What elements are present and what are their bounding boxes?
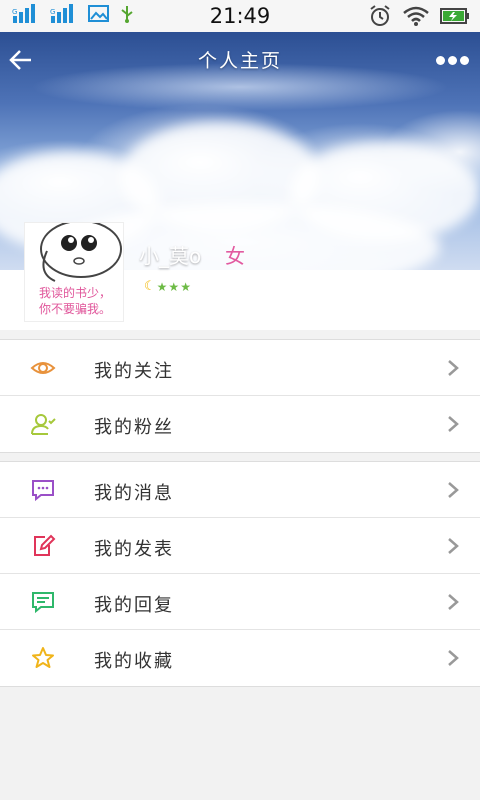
top-bar: 个人主页 [0,32,480,88]
chevron-right-icon [448,482,459,498]
chevron-right-icon [448,360,459,376]
avatar[interactable]: 我读的书少， 你不要骗我。 [24,222,124,322]
eye-icon [30,362,56,374]
alarm-icon [370,5,390,26]
menu-label: 我的粉丝 [94,417,174,438]
edit-icon [34,534,56,556]
star-icon: ★ [156,279,168,294]
page-title: 个人主页 [197,50,282,72]
username: 小_莫o [139,244,202,268]
menu-item-messages[interactable]: 我的消息 [0,462,480,518]
moon-icon: ☾ [144,279,156,294]
menu-item-following[interactable]: 我的关注 [0,340,480,396]
menu-label: 我的收藏 [94,651,174,672]
menu-item-replies[interactable]: 我的回复 [0,574,480,630]
avatar-caption: 我读的书少， 你不要骗我。 [38,286,111,316]
fans-icon [31,414,56,435]
gender-label: 女 [225,244,245,268]
menu-group-content: 我的消息 我的发表 我的回复 我的收藏 [0,461,480,687]
chevron-right-icon [448,594,459,610]
chevron-right-icon [448,650,459,666]
more-icon[interactable] [434,50,470,70]
menu-label: 我的消息 [94,483,174,504]
chevron-right-icon [448,416,459,432]
battery-icon [440,8,469,24]
status-icons-right [368,4,470,28]
menu-label: 我的发表 [94,539,174,560]
status-bar: G G 21:49 [0,0,480,32]
menu-item-favorites[interactable]: 我的收藏 [0,630,480,686]
menu-item-posts[interactable]: 我的发表 [0,518,480,574]
star-icon [32,647,54,668]
menu-label: 我的关注 [94,361,174,382]
level-badge: ☾ ★ ★ ★ [144,279,191,294]
menu-item-fans[interactable]: 我的粉丝 [0,396,480,452]
chevron-right-icon [448,538,459,554]
star-icon: ★ [180,279,191,294]
avatar-face-icon [40,223,122,282]
menu-label: 我的回复 [94,595,174,616]
star-icon: ★ [168,279,180,294]
menu-group-social: 我的关注 我的粉丝 [0,339,480,453]
message-icon [32,480,54,502]
reply-icon [32,592,54,614]
wifi-icon [403,6,429,26]
